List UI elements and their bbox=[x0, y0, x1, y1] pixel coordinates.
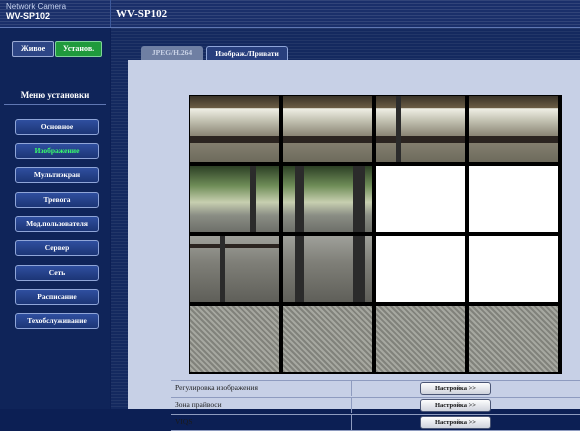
grid-cell[interactable] bbox=[282, 305, 373, 373]
grid-cell[interactable] bbox=[189, 305, 280, 373]
grid-cell[interactable] bbox=[282, 235, 373, 303]
row-label-privacy-zone: Зона прайвоси bbox=[175, 400, 222, 409]
setup-button[interactable]: Установ. bbox=[55, 41, 102, 57]
grid-cell-masked[interactable] bbox=[468, 235, 559, 303]
viqs-setup-button[interactable]: Настройка >> bbox=[420, 416, 491, 429]
privacy-zone-setup-button[interactable]: Настройка >> bbox=[420, 399, 491, 412]
brand-network-camera: Network Camera bbox=[6, 2, 67, 11]
sidebar-item-alarm[interactable]: Тревога bbox=[15, 192, 99, 208]
row-divider bbox=[351, 398, 352, 413]
row-label-image-adjust: Регулировка изображения bbox=[175, 383, 258, 392]
brand-block: Network Camera WV-SP102 bbox=[6, 2, 106, 22]
grid-cell[interactable] bbox=[282, 95, 373, 163]
sidebar: Живое Установ. Меню установки Основное И… bbox=[0, 28, 110, 409]
header-divider bbox=[110, 0, 111, 27]
sidebar-item-image[interactable]: Изображение bbox=[15, 143, 99, 159]
main-area: JPEG/H.264 Изображ./Привати Регулировка … bbox=[111, 28, 580, 431]
sidebar-item-schedule[interactable]: Расписание bbox=[15, 289, 99, 305]
sidebar-item-multiscreen[interactable]: Мультиэкран bbox=[15, 167, 99, 183]
grid-cell[interactable] bbox=[375, 95, 466, 163]
row-viqs: VIQS Настройка >> bbox=[171, 414, 580, 431]
grid-cell[interactable] bbox=[468, 95, 559, 163]
brand-model: WV-SP102 bbox=[6, 11, 51, 21]
grid-cell-masked[interactable] bbox=[375, 235, 466, 303]
menu-divider bbox=[4, 104, 106, 105]
sidebar-item-maintenance[interactable]: Техобслуживание bbox=[15, 313, 99, 329]
grid-cell-masked[interactable] bbox=[468, 165, 559, 233]
tab-image-privacy[interactable]: Изображ./Привати bbox=[206, 46, 288, 61]
row-image-adjust: Регулировка изображения Настройка >> bbox=[171, 380, 580, 396]
top-header: Network Camera WV-SP102 WV-SP102 bbox=[0, 0, 580, 28]
sidebar-item-user-mng[interactable]: Мод.пользователя bbox=[15, 216, 99, 232]
grid-cell[interactable] bbox=[189, 95, 280, 163]
page-title: WV-SP102 bbox=[116, 8, 168, 20]
row-divider bbox=[351, 381, 352, 396]
row-privacy-zone: Зона прайвоси Настройка >> bbox=[171, 397, 580, 413]
live-button[interactable]: Живое bbox=[12, 41, 54, 57]
menu-title: Меню установки bbox=[20, 90, 90, 100]
row-divider bbox=[351, 415, 352, 430]
image-adjust-setup-button[interactable]: Настройка >> bbox=[420, 382, 491, 395]
grid-cell[interactable] bbox=[468, 305, 559, 373]
tab-jpeg-h264[interactable]: JPEG/H.264 bbox=[141, 46, 203, 60]
sidebar-item-basic[interactable]: Основное bbox=[15, 119, 99, 135]
grid-cell[interactable] bbox=[282, 165, 373, 233]
grid-cell-masked[interactable] bbox=[375, 165, 466, 233]
sidebar-item-network[interactable]: Сеть bbox=[15, 265, 99, 281]
grid-cell[interactable] bbox=[189, 235, 280, 303]
grid-cell[interactable] bbox=[375, 305, 466, 373]
sidebar-item-server[interactable]: Сервер bbox=[15, 240, 99, 256]
privacy-zone-grid[interactable] bbox=[189, 95, 562, 374]
grid-cell[interactable] bbox=[189, 165, 280, 233]
row-label-viqs: VIQS bbox=[175, 417, 193, 426]
settings-panel: Регулировка изображения Настройка >> Зон… bbox=[128, 60, 580, 431]
